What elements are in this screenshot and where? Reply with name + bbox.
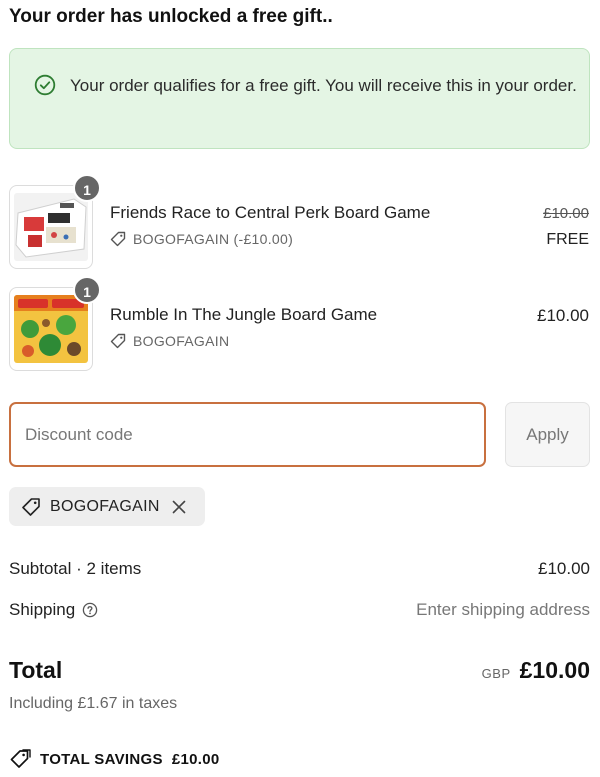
savings-value: £10.00	[171, 750, 220, 768]
quantity-badge: 1	[73, 174, 101, 202]
product-image	[14, 193, 88, 261]
apply-button[interactable]: Apply	[505, 402, 590, 467]
quantity-badge: 1	[73, 276, 101, 304]
tag-icon	[110, 231, 126, 247]
discount-code-input[interactable]	[9, 402, 486, 467]
cart-item: 1 Friends Race to Central Perk Board Gam…	[9, 174, 590, 269]
item-name: Rumble In The Jungle Board Game	[110, 305, 378, 324]
currency-code: GBP	[481, 666, 511, 681]
total-label: Total	[9, 657, 63, 683]
item-price: £10.00	[537, 306, 589, 325]
check-circle-icon	[34, 74, 56, 96]
item-discount-text: BOGOFAGAIN	[133, 333, 230, 349]
tax-note: Including £1.67 in taxes	[9, 695, 178, 712]
cart-item: 1 Rumble In The Jungle Board Game BOGOFA…	[9, 276, 590, 371]
close-icon	[172, 500, 185, 513]
tag-icon	[22, 497, 40, 516]
applied-discount-code: BOGOFAGAIN	[50, 497, 160, 515]
notice-message: Your order qualifies for a free gift. Yo…	[70, 76, 577, 95]
applied-discount-chip: BOGOFAGAIN	[9, 487, 205, 526]
savings-tag-icon	[10, 749, 31, 768]
product-thumbnail: 1	[9, 174, 101, 269]
item-name: Friends Race to Central Perk Board Game	[110, 203, 431, 222]
shipping-label: Shipping	[9, 600, 76, 619]
item-discount: BOGOFAGAIN (-£10.00)	[110, 231, 293, 247]
tag-icon	[110, 333, 126, 349]
free-gift-notice: Your order qualifies for a free gift. Yo…	[9, 48, 590, 149]
total-savings: TOTAL SAVINGS £10.00	[9, 749, 220, 769]
item-price: FREE	[546, 231, 589, 248]
item-discount: BOGOFAGAIN	[110, 333, 229, 349]
help-icon[interactable]	[82, 602, 98, 618]
total-value: £10.00	[519, 657, 590, 683]
shipping-value: Enter shipping address	[416, 600, 590, 619]
original-price: £10.00	[543, 205, 589, 222]
product-image	[14, 295, 88, 363]
product-thumbnail: 1	[9, 276, 101, 371]
page-heading: Your order has unlocked a free gift..	[9, 6, 333, 27]
subtotal-value: £10.00	[538, 559, 590, 578]
subtotal-label: Subtotal · 2 items	[9, 559, 142, 578]
shipping-row: Shipping	[9, 600, 98, 620]
remove-discount-button[interactable]	[172, 500, 186, 514]
total-amount: GBP £10.00	[482, 657, 590, 684]
savings-label: TOTAL SAVINGS	[40, 750, 163, 768]
item-discount-text: BOGOFAGAIN (-£10.00)	[133, 231, 294, 247]
